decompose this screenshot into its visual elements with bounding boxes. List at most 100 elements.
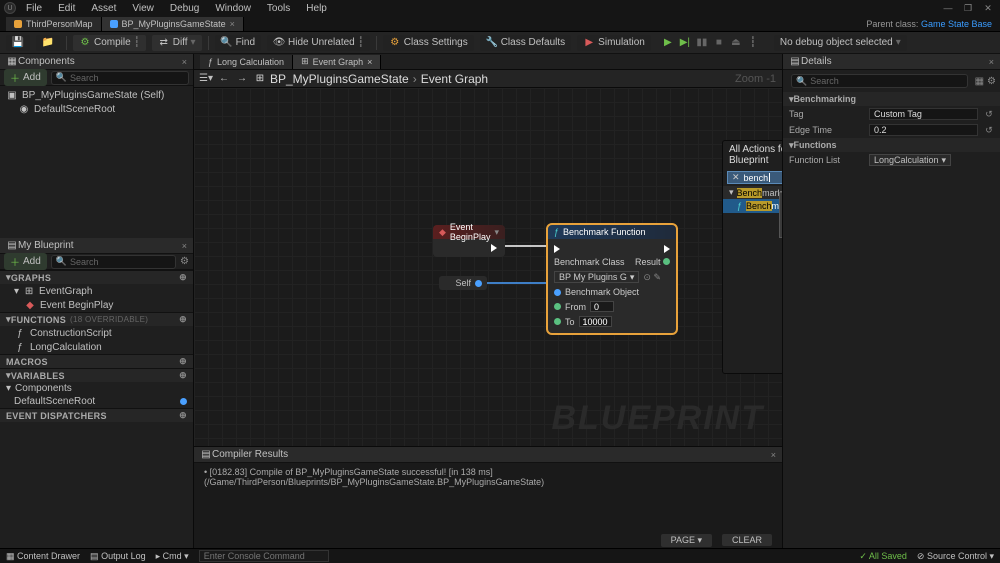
grid-icon[interactable]: ▦: [975, 76, 984, 87]
clear-button[interactable]: CLEAR: [722, 534, 772, 546]
chevron-down-icon[interactable]: ▾: [494, 227, 499, 238]
add-graph-button[interactable]: ⊕: [179, 272, 187, 283]
tab-blueprint[interactable]: BP_MyPluginsGameState ×: [102, 17, 244, 31]
menu-debug[interactable]: Debug: [164, 1, 205, 16]
variables-components-group[interactable]: ▾Components: [0, 382, 193, 395]
details-panel-tab[interactable]: ▤ Details ×: [783, 54, 1000, 70]
add-function-button[interactable]: ⊕: [179, 314, 187, 325]
chevron-down-icon[interactable]: ┇: [746, 36, 760, 50]
to-input[interactable]: 10000: [579, 316, 612, 327]
int-input-pin[interactable]: [554, 303, 561, 310]
find-button[interactable]: 🔍 Find: [215, 35, 261, 51]
add-variable-button[interactable]: ⊕: [179, 370, 187, 381]
macros-category[interactable]: MACROS ⊕: [0, 354, 193, 368]
parent-class-link[interactable]: Game State Base: [921, 19, 992, 29]
context-item-benchmark-function[interactable]: ƒ Benchmark Function: [723, 199, 782, 213]
components-search-input[interactable]: 🔍 Search: [51, 71, 189, 85]
components-panel-tab[interactable]: ▦ Components ×: [0, 54, 193, 70]
browse-button[interactable]: 📁: [36, 35, 60, 51]
output-log-button[interactable]: ▤ Output Log: [90, 551, 146, 562]
object-output-pin[interactable]: [475, 280, 482, 287]
details-cat-functions[interactable]: ▾ Functions: [783, 138, 1000, 152]
tab-close-icon[interactable]: ×: [230, 19, 235, 29]
exec-output-pin[interactable]: [491, 244, 497, 252]
variable-default-scene-root[interactable]: DefaultSceneRoot: [0, 395, 193, 408]
my-blueprint-panel-tab[interactable]: ▤ My Blueprint ×: [0, 238, 193, 254]
event-graph-canvas[interactable]: BLUEPRINT ◆Event BeginPlay▾ Self ƒBenchm…: [194, 88, 782, 446]
menu-file[interactable]: File: [20, 1, 48, 16]
clear-icon[interactable]: ✕: [732, 172, 740, 183]
reset-icon[interactable]: ↺: [984, 125, 994, 136]
menu-view[interactable]: View: [126, 1, 160, 16]
class-settings-button[interactable]: ⚙ Class Settings: [383, 35, 474, 51]
breadcrumb-root[interactable]: BP_MyPluginsGameState: [270, 72, 409, 86]
int-input-pin[interactable]: [554, 318, 561, 325]
details-search-input[interactable]: 🔍 Search: [791, 74, 968, 88]
window-close-button[interactable]: ✕: [980, 2, 996, 14]
compiler-results-tab[interactable]: ▤ Compiler Results ×: [194, 447, 782, 463]
content-drawer-button[interactable]: ▦ Content Drawer: [6, 551, 80, 562]
eject-button[interactable]: ⏏: [729, 36, 743, 50]
close-icon[interactable]: ×: [989, 57, 994, 67]
event-dispatchers-category[interactable]: EVENT DISPATCHERS ⊕: [0, 408, 193, 422]
functions-category[interactable]: ▾FUNCTIONS (18 OVERRIDABLE) ⊕: [0, 312, 193, 326]
exec-output-pin[interactable]: [664, 245, 670, 253]
source-control-status[interactable]: ⊘ Source Control ▾: [917, 551, 994, 562]
play-button[interactable]: ▶: [661, 36, 675, 50]
exec-input-pin[interactable]: [554, 245, 560, 253]
class-dropdown[interactable]: BP My Plugins G▾: [554, 271, 639, 283]
console-input[interactable]: [199, 550, 329, 562]
component-root[interactable]: ▣ BP_MyPluginsGameState (Self): [4, 88, 189, 102]
close-icon[interactable]: ×: [367, 57, 372, 67]
debug-object-dropdown[interactable]: No debug object selected ▾: [774, 35, 907, 51]
reset-icon[interactable]: ↺: [984, 109, 994, 120]
detail-value-edge-time[interactable]: 0.2: [869, 124, 978, 136]
detail-value-tag[interactable]: Custom Tag: [869, 108, 978, 120]
menu-asset[interactable]: Asset: [85, 1, 122, 16]
add-dispatcher-button[interactable]: ⊕: [179, 410, 187, 421]
nav-forward-button[interactable]: →: [236, 73, 248, 85]
gear-icon[interactable]: ⚙: [987, 76, 996, 87]
tab-long-calculation[interactable]: ƒ Long Calculation: [200, 55, 293, 69]
construction-script-item[interactable]: ƒ ConstructionScript: [0, 326, 193, 340]
event-beginplay-item[interactable]: ◆ Event BeginPlay: [0, 298, 193, 312]
simulation-button[interactable]: ▶ Simulation: [577, 35, 651, 51]
variables-category[interactable]: ▾VARIABLES ⊕: [0, 368, 193, 382]
tab-thirdpersonmap[interactable]: ThirdPersonMap: [6, 17, 102, 31]
window-maximize-button[interactable]: ❐: [960, 2, 976, 14]
context-category-benchmarking[interactable]: ▾Benchmarking: [723, 186, 782, 199]
my-blueprint-search-input[interactable]: 🔍 Search: [51, 255, 176, 269]
graphs-category[interactable]: ▾GRAPHS ⊕: [0, 270, 193, 284]
benchmark-function-node[interactable]: ƒBenchmark Function Benchmark Class Resu…: [548, 225, 676, 333]
gear-icon[interactable]: ⚙: [180, 256, 189, 267]
hide-unrelated-button[interactable]: 👁 Hide Unrelated ┇: [267, 35, 370, 51]
function-list-dropdown[interactable]: LongCalculation ▾: [869, 154, 951, 166]
nav-back-button[interactable]: ←: [218, 73, 230, 85]
add-blueprint-item-button[interactable]: ＋ Add: [4, 253, 47, 270]
nav-menu-icon[interactable]: ☰▾: [200, 73, 212, 85]
tab-event-graph[interactable]: ⊞ Event Graph ×: [293, 55, 381, 69]
menu-tools[interactable]: Tools: [261, 1, 296, 16]
menu-help[interactable]: Help: [300, 1, 333, 16]
stop-button[interactable]: ■: [712, 36, 726, 50]
compile-button[interactable]: ⚙ Compile ┇: [73, 35, 146, 51]
class-defaults-button[interactable]: 🔧 Class Defaults: [480, 35, 571, 51]
add-macro-button[interactable]: ⊕: [179, 356, 187, 367]
menu-edit[interactable]: Edit: [52, 1, 81, 16]
close-icon[interactable]: ×: [182, 241, 187, 251]
cmd-dropdown[interactable]: ▸ Cmd ▾: [156, 551, 189, 562]
save-button[interactable]: 💾: [6, 35, 30, 51]
event-begin-play-node[interactable]: ◆Event BeginPlay▾: [433, 225, 505, 257]
self-reference-node[interactable]: Self: [439, 276, 487, 290]
close-icon[interactable]: ×: [182, 57, 187, 67]
add-component-button[interactable]: ＋ Add: [4, 69, 47, 86]
context-search-input[interactable]: ✕ bench: [727, 171, 782, 184]
object-input-pin[interactable]: [554, 289, 561, 296]
details-cat-benchmarking[interactable]: ▾ Benchmarking: [783, 92, 1000, 106]
window-minimize-button[interactable]: —: [940, 2, 956, 14]
close-icon[interactable]: ×: [771, 450, 776, 460]
result-output-pin[interactable]: [663, 258, 670, 265]
event-graph-item[interactable]: ▾⊞ EventGraph: [0, 284, 193, 298]
component-scene-root[interactable]: ◉ DefaultSceneRoot: [4, 102, 189, 116]
page-dropdown[interactable]: PAGE ▾: [661, 534, 712, 547]
